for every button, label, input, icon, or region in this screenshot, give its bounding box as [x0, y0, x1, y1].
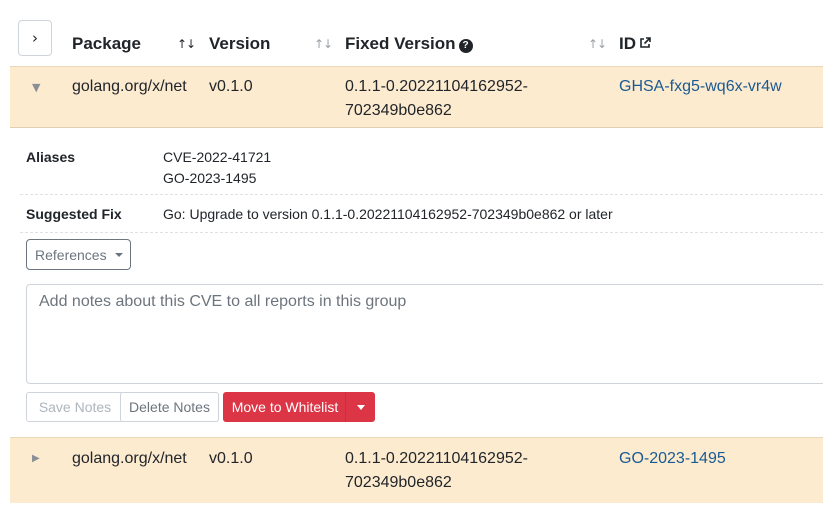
suggested-fix-text: Go: Upgrade to version 0.1.1-0.202211041… — [163, 206, 613, 222]
vulnerability-id-link[interactable]: GO-2023-1495 — [619, 447, 726, 471]
package-version: v0.1.0 — [209, 78, 253, 95]
header-fixed-version-label: Fixed Version — [345, 34, 456, 53]
suggested-fix-label: Suggested Fix — [26, 206, 122, 222]
caret-down-icon — [356, 404, 365, 410]
header-fixed-version[interactable]: Fixed Version? — [345, 34, 473, 54]
fixed-version-line1: 0.1.1-0.20221104162952- — [345, 78, 528, 95]
caret-right-icon[interactable]: ▶ — [32, 453, 40, 464]
fixed-version-line2: 702349b0e862 — [345, 102, 452, 119]
chevron-right-icon: › — [32, 29, 38, 47]
references-label: References — [35, 246, 107, 263]
caret-down-icon — [114, 252, 123, 257]
sort-version-icon[interactable]: ↑↓ — [314, 37, 333, 51]
fixed-version-line1: 0.1.1-0.20221104162952- — [345, 450, 528, 467]
header-package[interactable]: Package — [72, 34, 141, 54]
package-name: golang.org/x/net — [72, 78, 187, 95]
header-id[interactable]: ID — [619, 34, 652, 54]
table-row[interactable]: ▼ golang.org/x/net v0.1.0 0.1.1-0.202211… — [10, 66, 823, 128]
table-row[interactable]: ▶ golang.org/x/net v0.1.0 0.1.1-0.202211… — [10, 437, 823, 503]
header-version[interactable]: Version — [209, 34, 270, 54]
expand-all-button[interactable]: › — [18, 20, 52, 56]
sort-fixed-version-icon[interactable]: ↑↓ — [588, 37, 607, 51]
delete-notes-button[interactable]: Delete Notes — [120, 392, 219, 422]
package-version: v0.1.0 — [209, 450, 253, 467]
fixed-version-line2: 702349b0e862 — [345, 474, 452, 491]
package-name: golang.org/x/net — [72, 450, 187, 467]
aliases-label: Aliases — [26, 149, 76, 165]
alias-item: CVE-2022-41721 — [163, 149, 272, 165]
help-circle-icon[interactable]: ? — [458, 39, 473, 53]
save-notes-button[interactable]: Save Notes — [26, 392, 124, 422]
divider — [20, 232, 823, 233]
caret-down-icon[interactable]: ▼ — [32, 81, 40, 94]
sort-package-icon[interactable]: ↑↓ — [177, 37, 196, 51]
move-to-whitelist-button[interactable]: Move to Whitelist — [223, 392, 347, 422]
divider — [20, 194, 823, 195]
alias-item: GO-2023-1495 — [163, 170, 257, 186]
external-link-icon — [640, 37, 651, 48]
notes-textarea[interactable] — [26, 284, 823, 384]
row-detail-panel: Aliases CVE-2022-41721 GO-2023-1495 Sugg… — [10, 128, 823, 437]
vulnerability-id-link[interactable]: GHSA-fxg5-wq6x-vr4w — [619, 75, 782, 99]
header-id-label: ID — [619, 34, 636, 53]
references-dropdown[interactable]: References — [26, 239, 131, 270]
whitelist-dropdown-toggle[interactable] — [345, 392, 375, 422]
